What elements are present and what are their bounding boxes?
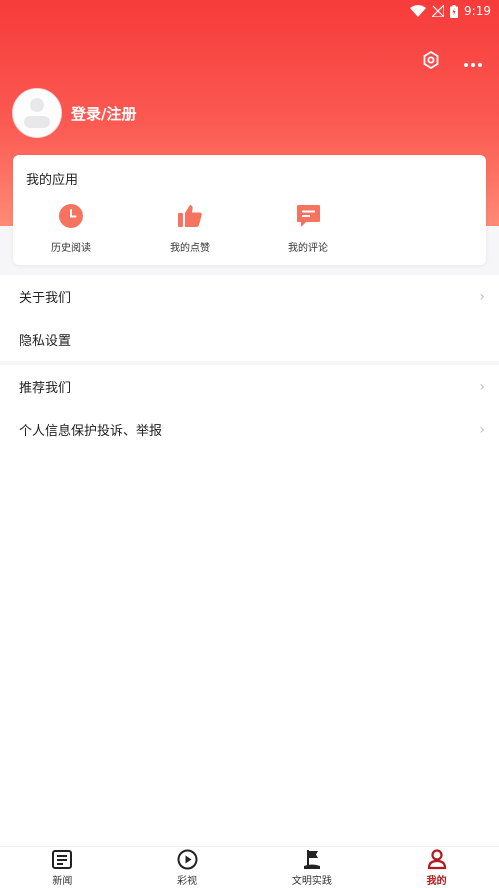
menu-group-2: 推荐我们 › 个人信息保护投诉、举报 › (0, 365, 499, 451)
app-my-likes[interactable]: 我的点赞 (145, 203, 235, 254)
clock-icon (58, 203, 84, 229)
app-label: 我的点赞 (170, 243, 210, 254)
top-actions (419, 50, 485, 74)
chevron-right-icon: › (479, 421, 485, 438)
bottom-tab-bar: 新闻 彩视 文明实践 我的 (0, 846, 499, 888)
app-my-comments[interactable]: 我的评论 (263, 203, 353, 254)
default-avatar-icon (13, 89, 61, 137)
battery-icon (450, 4, 459, 18)
settings-button[interactable] (419, 50, 443, 74)
play-icon (176, 849, 198, 871)
tab-mine[interactable]: 我的 (374, 847, 499, 888)
menu-item-label: 个人信息保护投诉、举报 (19, 424, 163, 439)
menu-item-label: 隐私设置 (19, 334, 72, 349)
chevron-right-icon: › (479, 378, 485, 395)
thumbs-up-icon (177, 203, 203, 229)
more-button[interactable] (461, 50, 485, 74)
menu-item-label: 关于我们 (19, 291, 72, 306)
my-apps-card: 我的应用 历史阅读 我的点赞 我的评论 (13, 155, 486, 265)
chevron-right-icon: › (479, 288, 485, 305)
menu-item-about-us[interactable]: 关于我们 › (0, 275, 499, 318)
app-label: 我的评论 (288, 243, 328, 254)
menu-item-label: 推荐我们 (19, 381, 72, 396)
profile-section[interactable]: 登录/注册 (12, 88, 136, 138)
login-register-link[interactable]: 登录/注册 (71, 103, 136, 124)
flag-icon (301, 849, 323, 871)
apps-title: 我的应用 (26, 173, 79, 188)
app-history-reading[interactable]: 历史阅读 (26, 203, 116, 254)
menu-group-1: 关于我们 › 隐私设置 (0, 275, 499, 361)
tab-label: 彩视 (177, 875, 198, 887)
menu-item-personal-info-complaint[interactable]: 个人信息保护投诉、举报 › (0, 408, 499, 451)
no-signal-icon (432, 5, 445, 17)
status-bar: 9:19 (0, 0, 499, 22)
user-icon (426, 849, 448, 871)
app-label: 历史阅读 (51, 243, 91, 254)
tab-label: 新闻 (52, 875, 73, 887)
menu-item-recommend-us[interactable]: 推荐我们 › (0, 365, 499, 408)
news-icon (51, 849, 73, 871)
tab-video[interactable]: 彩视 (125, 847, 250, 888)
tab-label: 文明实践 (291, 875, 332, 887)
tab-civilization-practice[interactable]: 文明实践 (250, 847, 375, 888)
tab-label: 我的 (426, 875, 447, 887)
menu-item-privacy-settings[interactable]: 隐私设置 (0, 318, 499, 361)
more-dots-icon (463, 53, 483, 72)
avatar[interactable] (12, 88, 62, 138)
tab-news[interactable]: 新闻 (0, 847, 125, 888)
comment-icon (295, 203, 321, 229)
gear-icon (421, 50, 441, 74)
status-time: 9:19 (464, 4, 491, 18)
wifi-icon (410, 5, 427, 17)
